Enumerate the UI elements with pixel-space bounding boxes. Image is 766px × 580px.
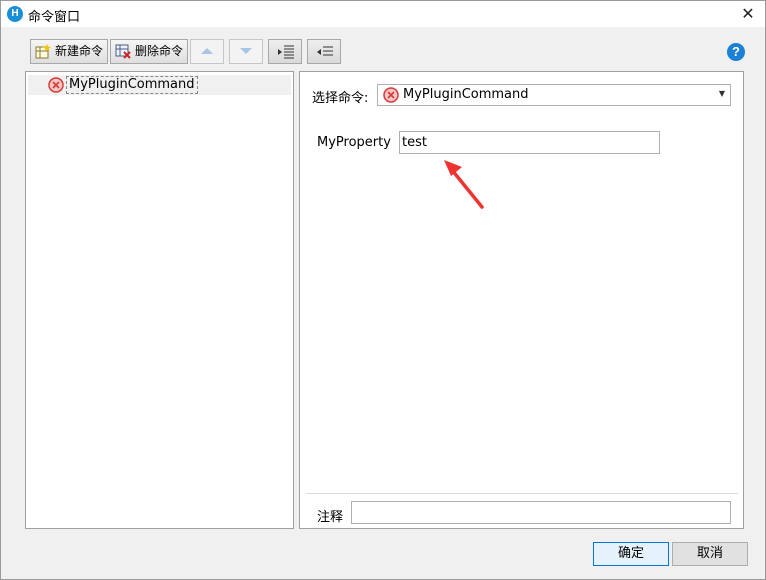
new-command-icon: [35, 44, 51, 59]
ok-button[interactable]: 确定: [593, 542, 669, 566]
dropdown-arrow-icon: ▼: [718, 89, 725, 98]
title-bar: H 命令窗口 ✕: [1, 1, 765, 27]
cancel-button[interactable]: 取消: [672, 542, 748, 566]
close-button[interactable]: ✕: [731, 1, 765, 27]
note-label: 注释: [317, 510, 344, 525]
annotation-arrow-icon: [444, 160, 484, 209]
command-window: H 命令窗口 ✕ 新建命令 删除命令 ? MyPluginCommand 选择命…: [0, 0, 766, 580]
window-title: 命令窗口: [28, 10, 81, 25]
delete-command-label: 删除命令: [135, 44, 184, 58]
command-editor: 选择命令: MyPluginCommand ▼ MyProperty 注释: [299, 71, 744, 529]
delete-command-icon: [115, 44, 131, 59]
command-select[interactable]: MyPluginCommand ▼: [377, 84, 731, 106]
app-logo-icon: H: [7, 6, 23, 22]
triangle-down-icon: [240, 48, 252, 54]
error-icon: [383, 87, 399, 103]
tree-item-label: MyPluginCommand: [66, 76, 198, 94]
error-icon: [48, 77, 64, 93]
property-label: MyProperty: [317, 135, 391, 150]
new-command-label: 新建命令: [55, 44, 104, 58]
close-icon: ✕: [741, 4, 755, 23]
command-tree: MyPluginCommand: [25, 71, 294, 529]
help-icon[interactable]: ?: [727, 43, 745, 61]
note-input[interactable]: [351, 501, 731, 524]
triangle-up-icon: [201, 48, 213, 54]
move-down-button[interactable]: [229, 39, 263, 64]
new-command-button[interactable]: 新建命令: [30, 39, 109, 64]
indent-icon: [278, 45, 294, 59]
property-input[interactable]: [399, 131, 660, 154]
move-up-button[interactable]: [190, 39, 224, 64]
toolbar: 新建命令 删除命令: [25, 35, 745, 69]
selected-command-text: MyPluginCommand: [403, 87, 529, 102]
select-command-label: 选择命令:: [312, 91, 369, 106]
outdent-icon: [317, 46, 333, 56]
delete-command-button[interactable]: 删除命令: [110, 39, 189, 64]
outdent-button[interactable]: [307, 39, 341, 64]
indent-button[interactable]: [268, 39, 302, 64]
divider: [306, 493, 738, 494]
tree-item[interactable]: MyPluginCommand: [28, 75, 291, 95]
